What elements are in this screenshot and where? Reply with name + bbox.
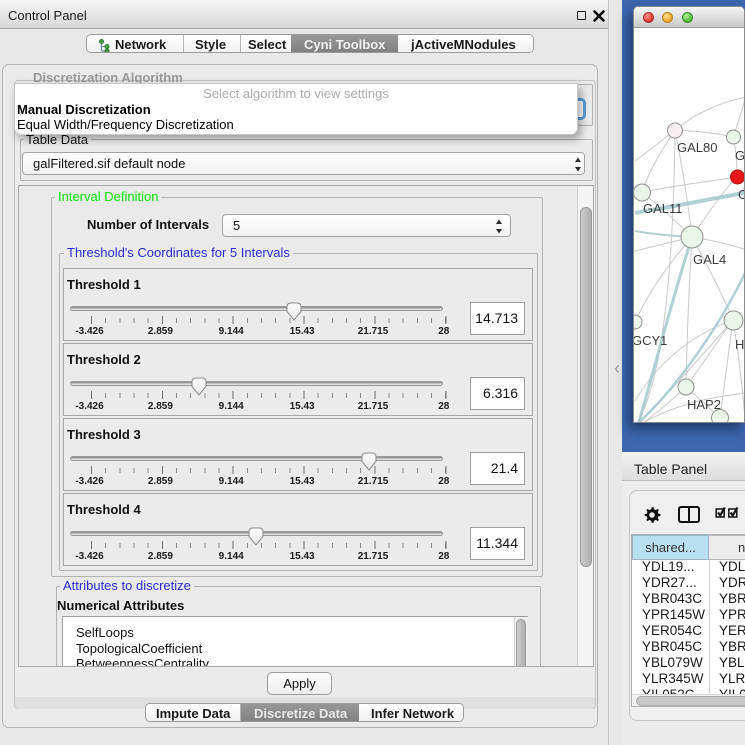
svg-text:GAL80: GAL80 (677, 140, 717, 155)
svg-text:H: H (735, 337, 744, 352)
svg-text:GCY1: GCY1 (634, 333, 667, 348)
svg-text:GA: GA (735, 148, 745, 163)
svg-text:GAL4: GAL4 (693, 252, 726, 267)
svg-text:GAL11: GAL11 (643, 201, 683, 216)
svg-text:HAP2: HAP2 (687, 397, 721, 412)
svg-text:C: C (738, 187, 745, 202)
